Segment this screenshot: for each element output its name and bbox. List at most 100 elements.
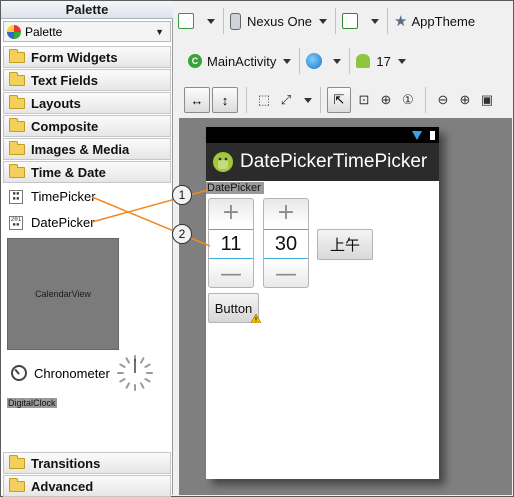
android-app-icon — [213, 152, 233, 172]
app-title: DatePickerTimePicker — [240, 151, 428, 172]
minute-spinner[interactable]: + 30 — — [263, 198, 309, 288]
category-label: Time & Date — [31, 164, 106, 180]
palette-title: Palette — [1, 1, 173, 19]
globe-icon — [306, 53, 323, 69]
toolbar-separator — [425, 87, 426, 113]
widget-calendarview[interactable]: CalendarView — [7, 238, 119, 350]
expand-icon[interactable]: ⤢ — [275, 88, 297, 112]
toolbar-separator — [335, 8, 337, 34]
widget-datepicker[interactable]: 201 ▪▪ DatePicker — [9, 215, 95, 230]
chevron-down-icon — [283, 58, 292, 64]
toolbar-separator — [320, 87, 321, 113]
toolbar-separator — [246, 87, 247, 113]
layout-actions-toolbar: ↔ ↕ ⬚ ⤢ ⇱ ⊡ ⊕ ① ⊖ ⊕ ▣ — [178, 81, 512, 119]
hour-spinner[interactable]: + 11 — — [208, 198, 254, 288]
fill-height-icon[interactable]: ↕ — [212, 87, 238, 113]
chevron-down-icon — [333, 58, 342, 64]
device-chooser[interactable]: Nexus One — [230, 9, 329, 33]
activity-c-icon: C — [188, 54, 202, 68]
rotate-orientation-icon — [342, 13, 359, 29]
activity-label: MainActivity — [207, 53, 277, 69]
category-label: Layouts — [31, 95, 81, 111]
datepicker-textview[interactable]: DatePicker — [206, 182, 264, 194]
category-label: Composite — [31, 118, 99, 134]
folder-icon — [9, 477, 25, 492]
orientation-chooser[interactable] — [342, 9, 381, 33]
zoom-100-icon[interactable]: ① — [397, 88, 419, 112]
toolbar-separator — [299, 48, 301, 74]
api-level-chooser[interactable]: 17 — [356, 49, 407, 73]
datepicker-icon: 201 ▪▪ — [9, 215, 23, 230]
palette-mode-dropdown[interactable]: Palette ▼ — [3, 21, 171, 42]
signal-battery-icon — [412, 131, 435, 140]
toolbar-separator — [387, 8, 389, 34]
api-level-label: 17 — [376, 53, 391, 69]
folder-icon — [9, 71, 25, 86]
widget-label: Chronometer — [34, 365, 110, 381]
widget-label: DatePicker — [31, 215, 95, 230]
category-layouts[interactable]: Layouts — [3, 92, 171, 114]
folder-icon — [9, 117, 25, 132]
chevron-down-icon — [371, 18, 380, 24]
callout-2: 2 — [172, 224, 192, 244]
chevron-down-icon — [397, 58, 406, 64]
folder-icon — [9, 140, 25, 155]
decrement-button[interactable]: — — [264, 261, 308, 287]
callout-1: 1 — [172, 185, 192, 205]
category-transitions[interactable]: Transitions — [3, 452, 171, 474]
fill-width-icon[interactable]: ↔ — [184, 87, 210, 113]
palette-panel: Palette Palette ▼ Form Widgets Text Fiel… — [1, 1, 173, 497]
config-file-icon — [178, 13, 194, 29]
phone-icon — [230, 12, 241, 30]
activity-chooser[interactable]: C MainActivity — [178, 49, 293, 73]
decrement-button[interactable]: — — [209, 261, 253, 287]
locale-chooser[interactable] — [306, 49, 343, 73]
zoom-actual-icon[interactable]: ⊕ — [375, 88, 397, 112]
zoom-fit-icon[interactable]: ⊡ — [353, 88, 375, 112]
chevron-down-icon[interactable] — [304, 97, 312, 103]
folder-icon — [9, 48, 25, 63]
chevron-down-icon — [207, 18, 215, 24]
category-text-fields[interactable]: Text Fields — [3, 69, 171, 91]
analog-clock-icon[interactable] — [116, 354, 154, 392]
category-images-media[interactable]: Images & Media — [3, 138, 171, 160]
category-label: Transitions — [31, 455, 101, 471]
increment-button[interactable]: + — [209, 199, 253, 225]
folder-icon — [9, 454, 25, 469]
show-margins-icon[interactable]: ⬚ — [253, 88, 275, 112]
folder-icon — [9, 94, 25, 109]
ampm-toggle-button[interactable]: 上午 — [317, 229, 373, 260]
category-form-widgets[interactable]: Form Widgets — [3, 46, 171, 68]
increment-button[interactable]: + — [264, 199, 308, 225]
widget-digitalclock[interactable]: DigitalClock — [7, 398, 57, 408]
config-chooser[interactable] — [178, 9, 217, 33]
widget-label: TimePicker — [31, 189, 96, 204]
theme-chooser[interactable]: ★ AppTheme — [394, 9, 475, 33]
toolbar-separator — [349, 48, 351, 74]
category-label: Text Fields — [31, 72, 98, 88]
stopwatch-icon — [11, 365, 27, 381]
hour-value[interactable]: 11 — [209, 229, 253, 259]
category-time-date[interactable]: Time & Date — [3, 161, 171, 183]
theme-label: AppTheme — [411, 13, 476, 29]
zoom-in-icon[interactable]: ⊕ — [454, 88, 476, 112]
widget-timepicker[interactable]: ▪▪ ▪▪ TimePicker — [9, 189, 96, 204]
activity-toolbar: C MainActivity 17 — [178, 42, 512, 80]
palette-icon — [7, 24, 21, 39]
action-bar: DatePickerTimePicker — [206, 143, 439, 181]
zoom-out-icon[interactable]: ⊖ — [432, 88, 454, 112]
category-composite[interactable]: Composite — [3, 115, 171, 137]
category-label: Form Widgets — [31, 49, 118, 65]
emulate-size-icon[interactable]: ⇱ — [327, 87, 351, 113]
category-label: Advanced — [31, 478, 94, 494]
chevron-down-icon — [319, 18, 328, 24]
palette-mode-label: Palette — [25, 24, 63, 39]
minute-value[interactable]: 30 — [264, 229, 308, 259]
device-preview: DatePickerTimePicker DatePicker + 11 — +… — [206, 127, 439, 479]
widget-chronometer[interactable]: Chronometer — [11, 365, 110, 381]
chevron-down-icon[interactable]: ▼ — [155, 27, 164, 37]
category-advanced[interactable]: Advanced — [3, 475, 171, 497]
warning-icon — [251, 314, 261, 323]
toolbar-separator — [223, 8, 224, 34]
refresh-icon[interactable]: ▣ — [476, 88, 498, 112]
